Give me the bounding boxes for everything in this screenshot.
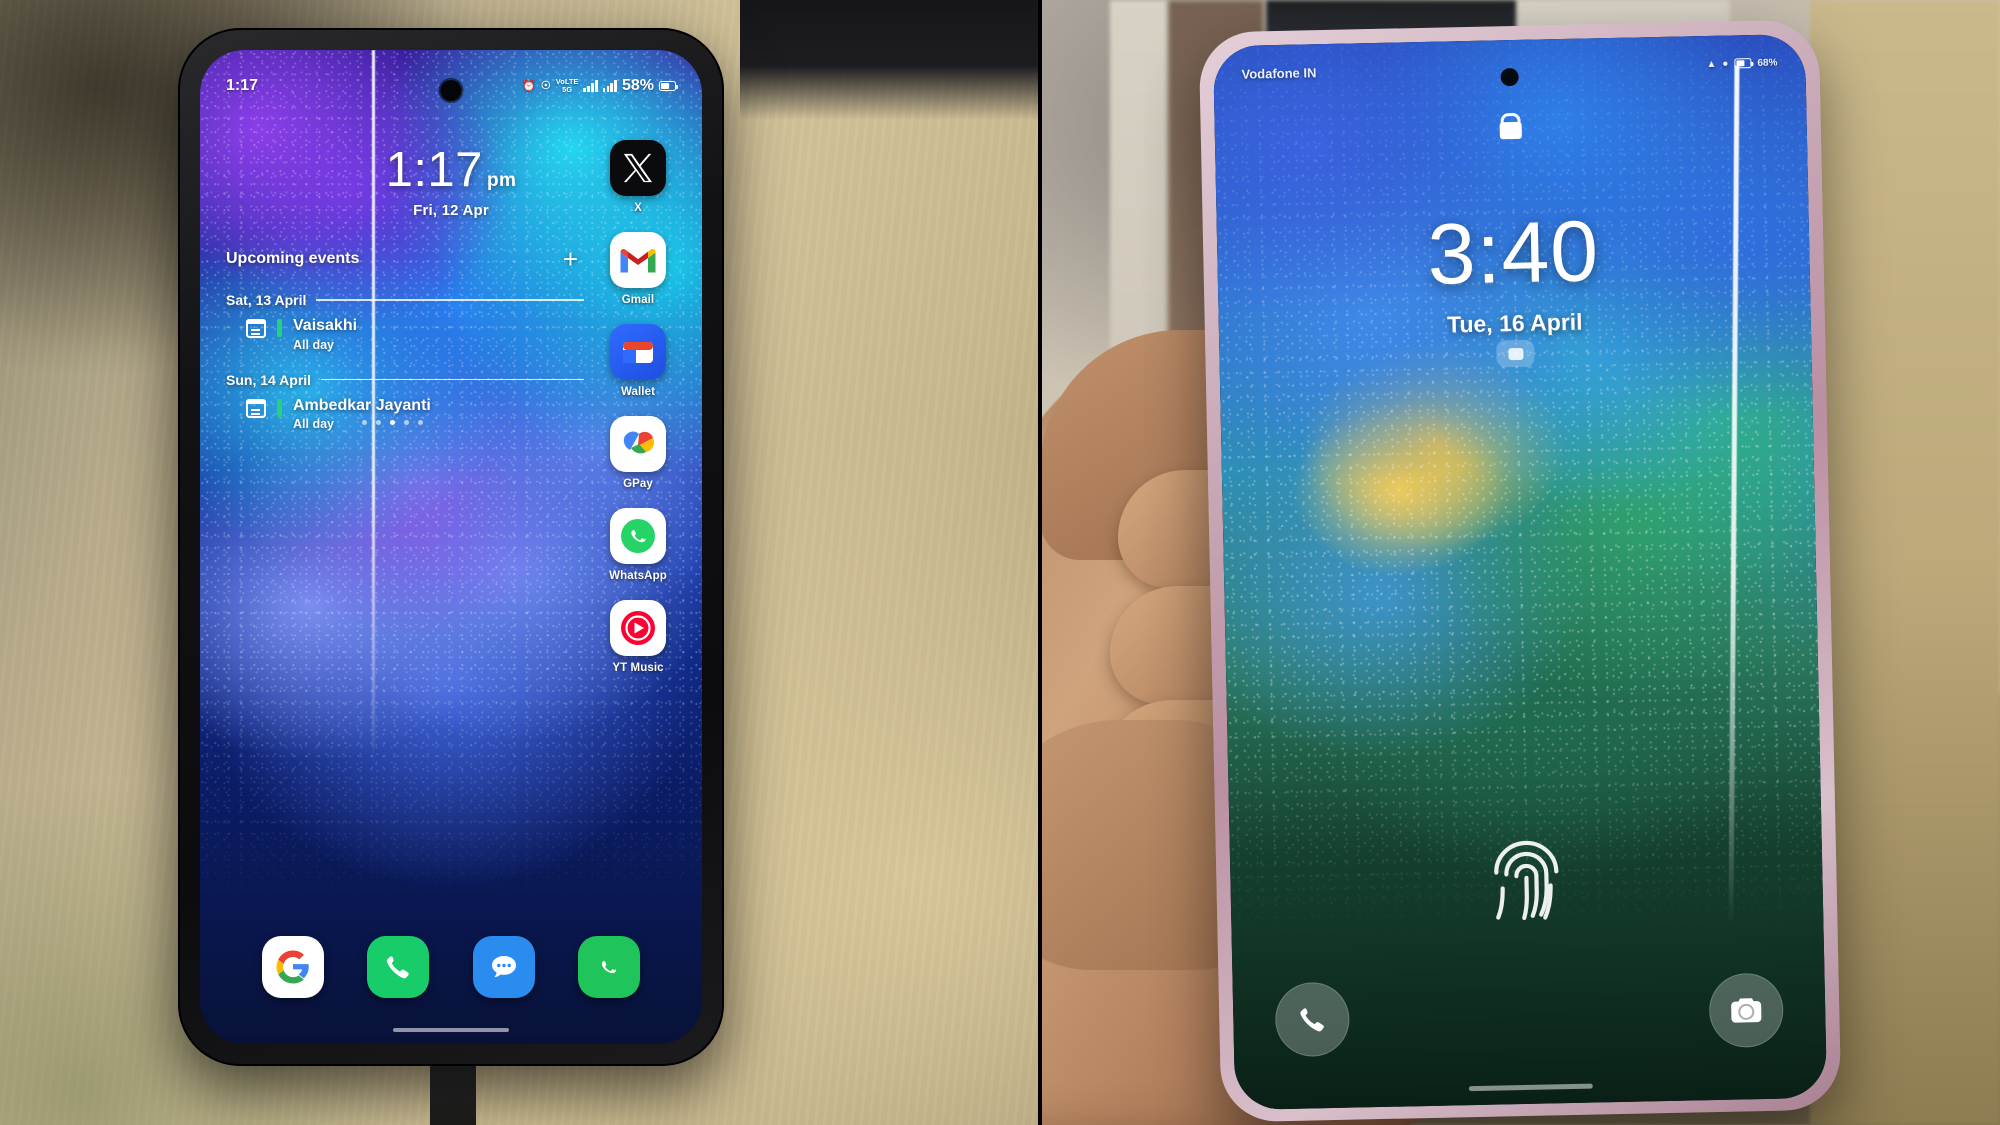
battery-percent-label: 58% bbox=[621, 77, 654, 94]
calendar-event-row[interactable]: Vaisakhi All day bbox=[226, 317, 584, 352]
app-item-whatsapp[interactable]: WhatsApp bbox=[584, 508, 692, 582]
calendar-event-icon bbox=[246, 398, 266, 418]
app-icon-column: X Gmail Wallet GPay WhatsApp YT Music bbox=[584, 140, 692, 674]
event-name: Vaisakhi bbox=[293, 317, 358, 334]
comparison-screenshot: 1:17 ⏰ ☉ VoLTE 5G 58% 1:17 pm Fri, 12 Ap… bbox=[0, 0, 2000, 1125]
google-icon[interactable] bbox=[261, 936, 324, 998]
status-icons: ⏰ ☉ VoLTE 5G 58% bbox=[522, 77, 679, 95]
right-phone-device: Vodafone IN ▲ ● 68% 3:40 Tue, 16 April bbox=[1198, 19, 1842, 1123]
calendar-date-row: Sat, 13 April bbox=[226, 292, 584, 308]
app-item-gmail[interactable]: Gmail bbox=[584, 232, 692, 306]
whatsapp-icon[interactable] bbox=[610, 508, 666, 564]
gmail-icon[interactable] bbox=[610, 232, 666, 288]
signal-bars-sim2 bbox=[602, 80, 617, 92]
battery-percent-label: 68% bbox=[1757, 56, 1778, 69]
left-photo-panel: 1:17 ⏰ ☉ VoLTE 5G 58% 1:17 pm Fri, 12 Ap… bbox=[0, 0, 1040, 1125]
volte-5g-icon: VoLTE 5G bbox=[555, 77, 579, 94]
page-dot[interactable] bbox=[375, 420, 381, 425]
page-dot[interactable] bbox=[361, 420, 367, 425]
left-phone-screen[interactable]: 1:17 ⏰ ☉ VoLTE 5G 58% 1:17 pm Fri, 12 Ap… bbox=[200, 50, 702, 1044]
calendar-event-icon bbox=[246, 319, 266, 338]
messages-icon[interactable] bbox=[472, 936, 535, 998]
wifi-calling-icon: ☉ bbox=[540, 79, 551, 92]
calendar-date-label: Sat, 13 April bbox=[226, 292, 307, 308]
app-label: WhatsApp bbox=[609, 570, 667, 582]
app-item-wallet[interactable]: Wallet bbox=[584, 324, 692, 398]
calendar-header: Upcoming events + bbox=[226, 246, 584, 272]
calendar-date-divider bbox=[316, 299, 584, 301]
x-app-icon[interactable] bbox=[610, 140, 666, 196]
desk-dark-edge bbox=[740, 0, 1040, 120]
battery-icon bbox=[1734, 58, 1752, 69]
phone-icon[interactable] bbox=[367, 936, 430, 998]
whatsapp-business-icon[interactable] bbox=[578, 936, 641, 998]
calendar-date-row: Sun, 14 April bbox=[226, 372, 584, 388]
notification-icon bbox=[1507, 347, 1524, 360]
page-dot-active[interactable] bbox=[389, 420, 395, 425]
calendar-widget[interactable]: Upcoming events + Sat, 13 April Vaisakhi… bbox=[226, 246, 584, 431]
event-color-bar bbox=[277, 398, 282, 417]
home-page-indicator[interactable] bbox=[200, 420, 584, 425]
app-item-gpay[interactable]: GPay bbox=[584, 416, 692, 490]
lock-clock-time: 3:40 bbox=[1426, 203, 1601, 303]
app-label: GPay bbox=[623, 478, 653, 490]
event-text: Ambedkar Jayanti All day bbox=[293, 397, 431, 432]
left-status-bar: 1:17 ⏰ ☉ VoLTE 5G 58% bbox=[200, 72, 702, 100]
app-item-x[interactable]: X bbox=[584, 140, 692, 214]
status-icons: ▲ ● 68% bbox=[1706, 57, 1777, 69]
lock-clock-widget[interactable]: 3:40 Tue, 16 April bbox=[1217, 203, 1812, 343]
notification-pill[interactable] bbox=[1496, 339, 1535, 368]
status-time: 1:17 bbox=[226, 77, 259, 94]
signal-bars-sim1 bbox=[583, 80, 598, 92]
left-phone-device: 1:17 ⏰ ☉ VoLTE 5G 58% 1:17 pm Fri, 12 Ap… bbox=[178, 28, 724, 1066]
event-color-bar bbox=[277, 319, 282, 337]
fingerprint-icon[interactable] bbox=[1481, 831, 1571, 933]
app-label: Wallet bbox=[620, 386, 656, 398]
event-name: Ambedkar Jayanti bbox=[293, 396, 431, 414]
page-dot[interactable] bbox=[403, 420, 409, 425]
yt-music-icon[interactable] bbox=[610, 600, 666, 656]
home-dock bbox=[200, 936, 702, 998]
calendar-event-row[interactable]: Ambedkar Jayanti All day bbox=[226, 397, 584, 432]
event-text: Vaisakhi All day bbox=[293, 317, 357, 352]
app-item-yt-music[interactable]: YT Music bbox=[584, 600, 692, 674]
battery-icon bbox=[659, 81, 679, 91]
app-label: Gmail bbox=[621, 294, 655, 306]
carrier-label: Vodafone IN bbox=[1241, 64, 1317, 82]
right-photo-panel: Vodafone IN ▲ ● 68% 3:40 Tue, 16 April bbox=[1040, 0, 2000, 1125]
charging-cable bbox=[430, 1061, 476, 1125]
panel-divider bbox=[1038, 0, 1042, 1125]
wallet-icon[interactable] bbox=[610, 324, 666, 380]
gpay-icon[interactable] bbox=[610, 416, 666, 472]
signal-icon: ● bbox=[1722, 58, 1729, 70]
alarm-icon: ⏰ bbox=[522, 79, 536, 92]
right-phone-screen[interactable]: Vodafone IN ▲ ● 68% 3:40 Tue, 16 April bbox=[1212, 33, 1828, 1111]
add-event-button[interactable]: + bbox=[563, 246, 578, 272]
page-dot[interactable] bbox=[417, 420, 423, 425]
app-label: X bbox=[634, 202, 642, 214]
calendar-date-label: Sun, 14 April bbox=[226, 371, 312, 388]
lock-icon bbox=[1499, 121, 1522, 140]
app-label: YT Music bbox=[612, 662, 664, 674]
calendar-title: Upcoming events bbox=[226, 250, 360, 267]
wifi-icon: ▲ bbox=[1706, 58, 1717, 70]
navigation-pill[interactable] bbox=[393, 1028, 509, 1032]
event-time: All day bbox=[293, 337, 334, 352]
room-right-wall bbox=[1810, 0, 2000, 1125]
calendar-date-divider bbox=[321, 378, 584, 381]
